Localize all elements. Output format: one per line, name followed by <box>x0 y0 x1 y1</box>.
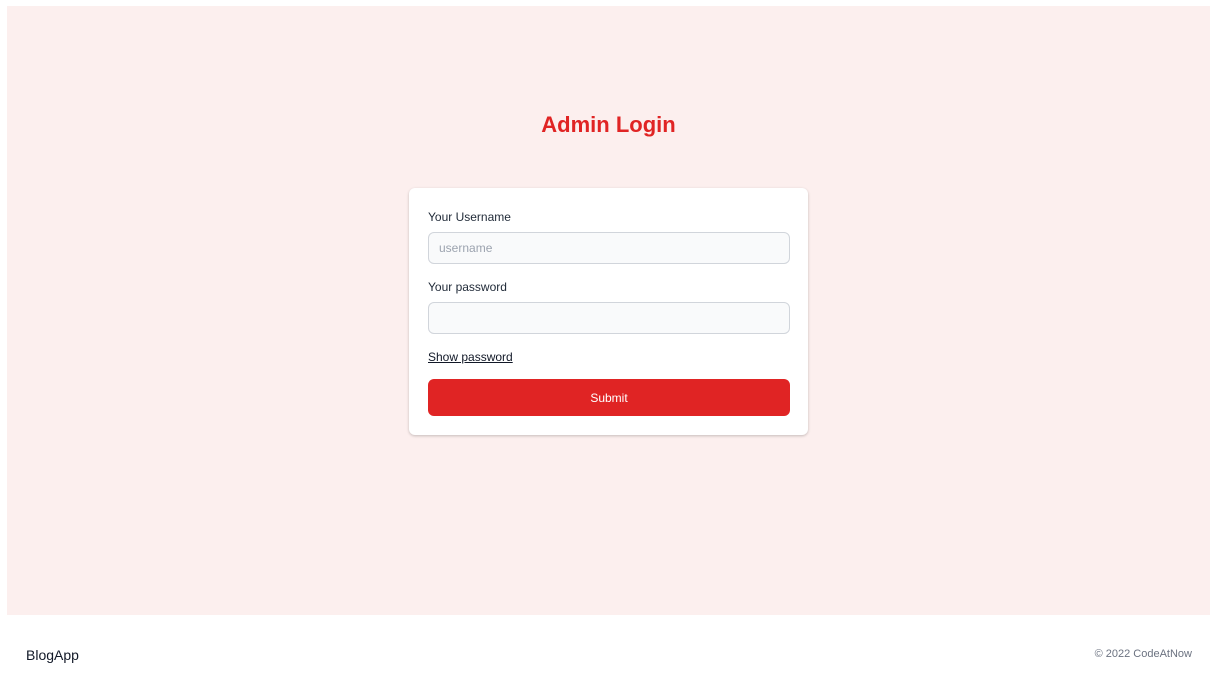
show-password-link[interactable]: Show password <box>428 350 513 364</box>
footer-copyright: © 2022 CodeAtNow <box>1094 648 1192 660</box>
main-content-area: Admin Login Your Username Your password … <box>7 6 1210 615</box>
submit-button[interactable]: Submit <box>428 379 790 416</box>
username-label: Your Username <box>428 210 511 224</box>
footer-brand[interactable]: BlogApp <box>26 647 79 663</box>
password-label: Your password <box>428 280 507 294</box>
page-title: Admin Login <box>541 112 676 137</box>
username-input[interactable] <box>428 232 790 264</box>
password-input[interactable] <box>428 302 790 334</box>
login-form-card: Your Username Your password Show passwor… <box>409 188 808 435</box>
